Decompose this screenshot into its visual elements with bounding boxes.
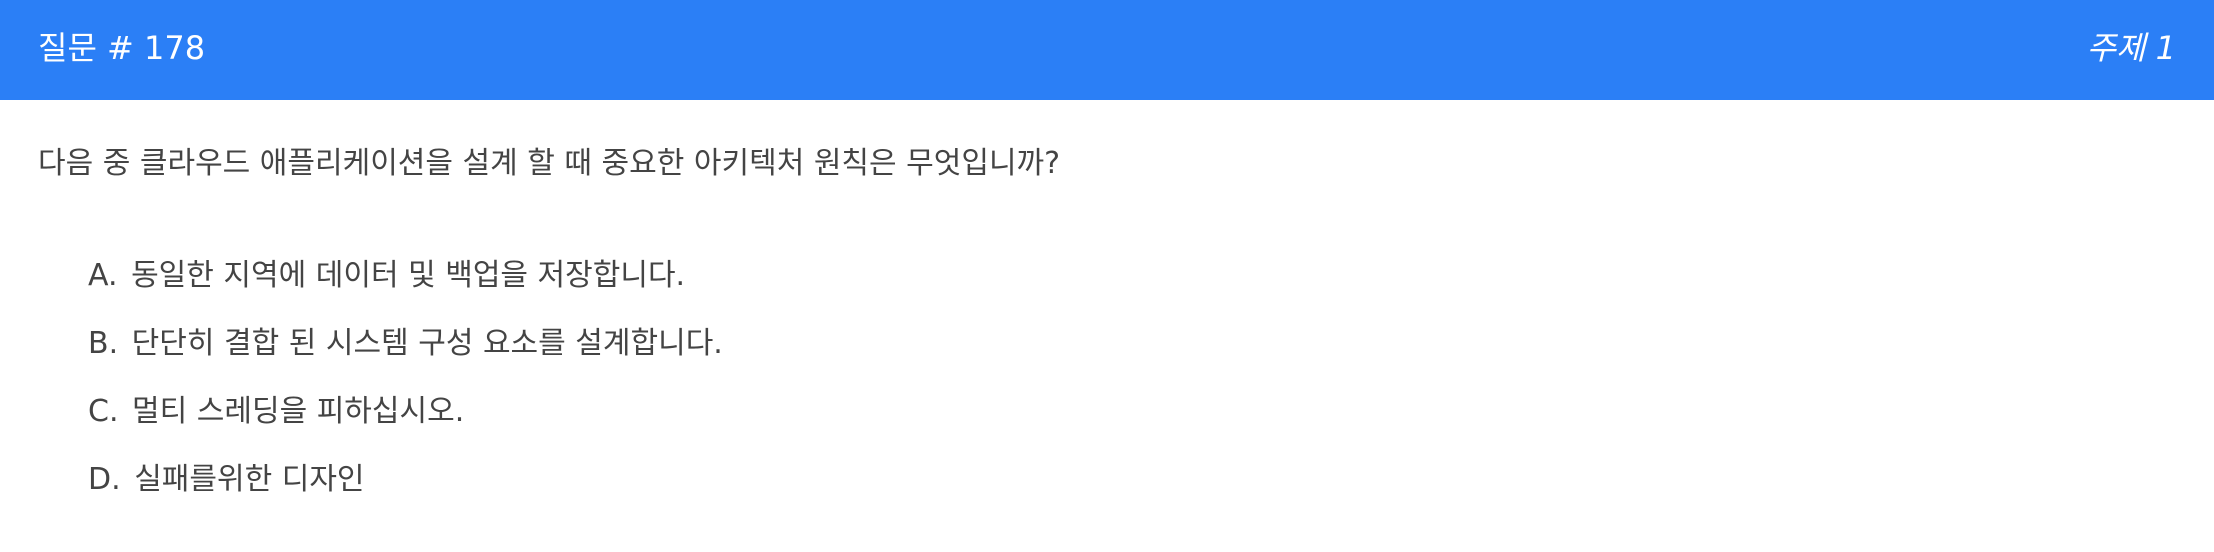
option-letter: D. [88,462,121,497]
option-c[interactable]: C. 멀티 스레딩을 피하십시오. [88,390,723,458]
option-text: 실패를위한 디자인 [134,462,365,497]
question-header: 질문 # 178 주제 1 [0,0,2214,100]
option-letter: A. [88,258,118,293]
option-text: 멀티 스레딩을 피하십시오. [132,394,465,429]
question-text: 다음 중 클라우드 애플리케이션을 설계 할 때 중요한 아키텍처 원칙은 무엇… [38,146,1061,181]
option-b[interactable]: B. 단단히 결합 된 시스템 구성 요소를 설계합니다. [88,322,723,390]
option-text: 단단히 결합 된 시스템 구성 요소를 설계합니다. [131,326,723,361]
topic-label: 주제 1 [2086,29,2176,67]
question-number: 질문 # 178 [38,29,206,67]
option-letter: C. [88,394,119,429]
option-a[interactable]: A. 동일한 지역에 데이터 및 백업을 저장합니다. [88,254,723,322]
answer-options: A. 동일한 지역에 데이터 및 백업을 저장합니다. B. 단단히 결합 된 … [88,254,723,526]
option-d[interactable]: D. 실패를위한 디자인 [88,458,723,526]
option-text: 동일한 지역에 데이터 및 백업을 저장합니다. [131,258,686,293]
option-letter: B. [88,326,119,361]
